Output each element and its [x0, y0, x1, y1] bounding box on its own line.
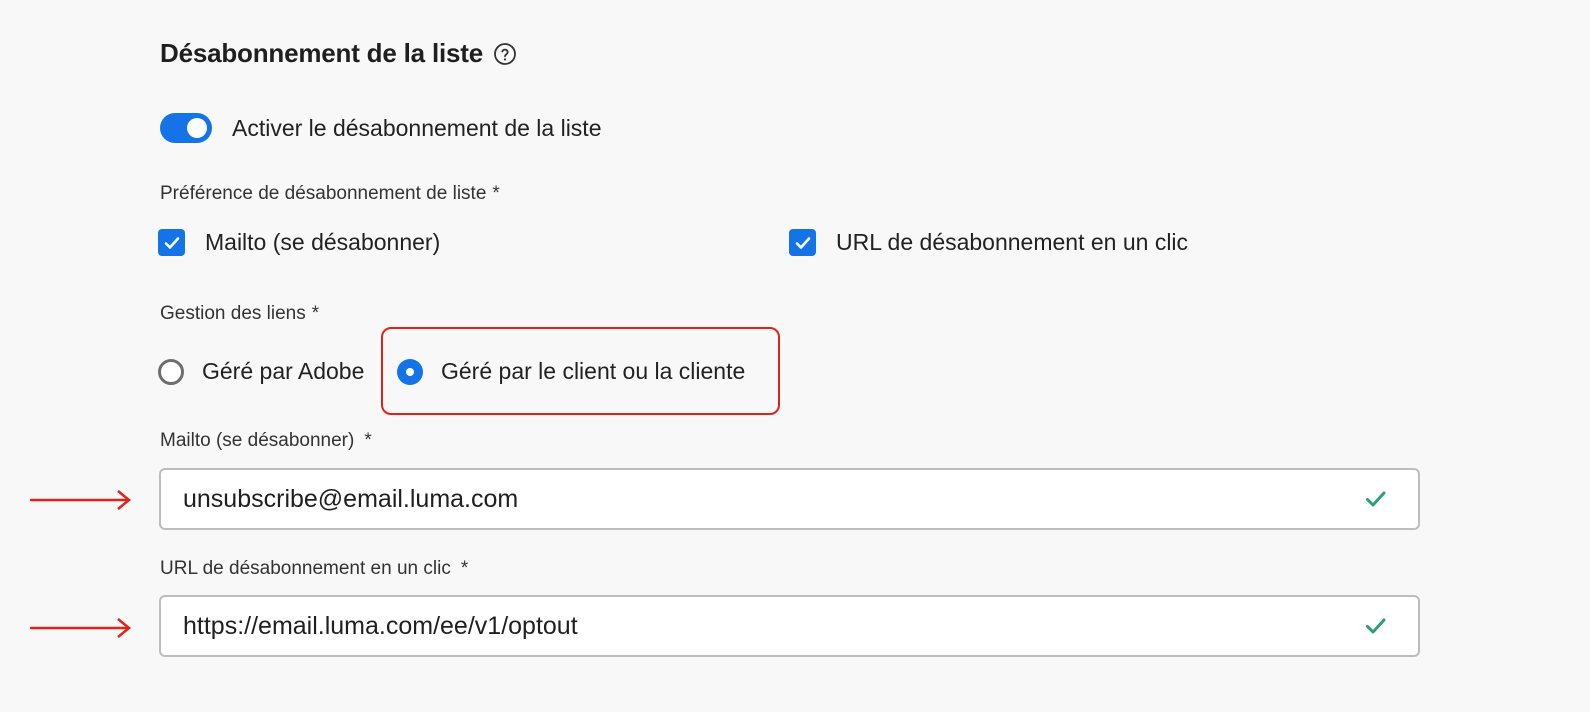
- checkbox-mailto-label: Mailto (se désabonner): [205, 229, 441, 255]
- checkbox-checked-icon[interactable]: [789, 229, 816, 256]
- radio-managed-by-customer-label: Géré par le client ou la cliente: [441, 358, 746, 384]
- preference-label-text: Préférence de désabonnement de liste: [160, 183, 487, 204]
- mailto-field-label-text: Mailto (se désabonner): [160, 430, 355, 451]
- preference-label: Préférence de désabonnement de liste *: [160, 183, 500, 205]
- mailto-input[interactable]: unsubscribe@email.luma.com: [159, 468, 1420, 530]
- toggle-label: Activer le désabonnement de la liste: [232, 114, 602, 141]
- radio-managed-by-customer[interactable]: Géré par le client ou la cliente: [397, 358, 745, 385]
- enable-unsubscribe-toggle[interactable]: [160, 113, 212, 143]
- url-input[interactable]: https://email.luma.com/ee/v1/optout: [159, 595, 1420, 657]
- radio-unselected-icon[interactable]: [158, 358, 184, 385]
- checkbox-one-click-url[interactable]: URL de désabonnement en un clic: [789, 229, 1188, 256]
- required-marker: *: [492, 183, 500, 204]
- arrow-right-icon: [30, 618, 131, 638]
- help-circle-icon[interactable]: [493, 42, 517, 66]
- required-marker: *: [364, 430, 372, 451]
- mailto-field-label: Mailto (se désabonner) *: [160, 430, 372, 452]
- radio-managed-by-adobe[interactable]: Géré par Adobe: [158, 358, 364, 385]
- mailto-input-value[interactable]: unsubscribe@email.luma.com: [183, 485, 1364, 514]
- enable-unsubscribe-toggle-row[interactable]: Activer le désabonnement de la liste: [160, 113, 602, 143]
- url-field-label-text: URL de désabonnement en un clic: [160, 558, 451, 579]
- checkbox-one-click-url-label: URL de désabonnement en un clic: [836, 229, 1189, 255]
- checkbox-checked-icon[interactable]: [158, 229, 185, 256]
- radio-selected-icon[interactable]: [397, 358, 423, 385]
- required-marker: *: [311, 303, 320, 324]
- checkmark-icon: [1366, 618, 1386, 634]
- link-management-label-text: Gestion des liens: [160, 303, 306, 324]
- link-management-label: Gestion des liens *: [160, 303, 319, 325]
- required-marker: *: [460, 558, 469, 579]
- checkmark-icon: [1366, 491, 1386, 507]
- section-title: Désabonnement de la liste: [160, 38, 517, 69]
- checkbox-mailto[interactable]: Mailto (se désabonner): [158, 229, 440, 256]
- url-field-label: URL de désabonnement en un clic *: [160, 558, 468, 580]
- url-input-value[interactable]: https://email.luma.com/ee/v1/optout: [183, 612, 1364, 641]
- arrow-right-icon: [30, 490, 131, 510]
- section-title-text: Désabonnement de la liste: [160, 38, 483, 68]
- radio-managed-by-adobe-label: Géré par Adobe: [202, 358, 365, 384]
